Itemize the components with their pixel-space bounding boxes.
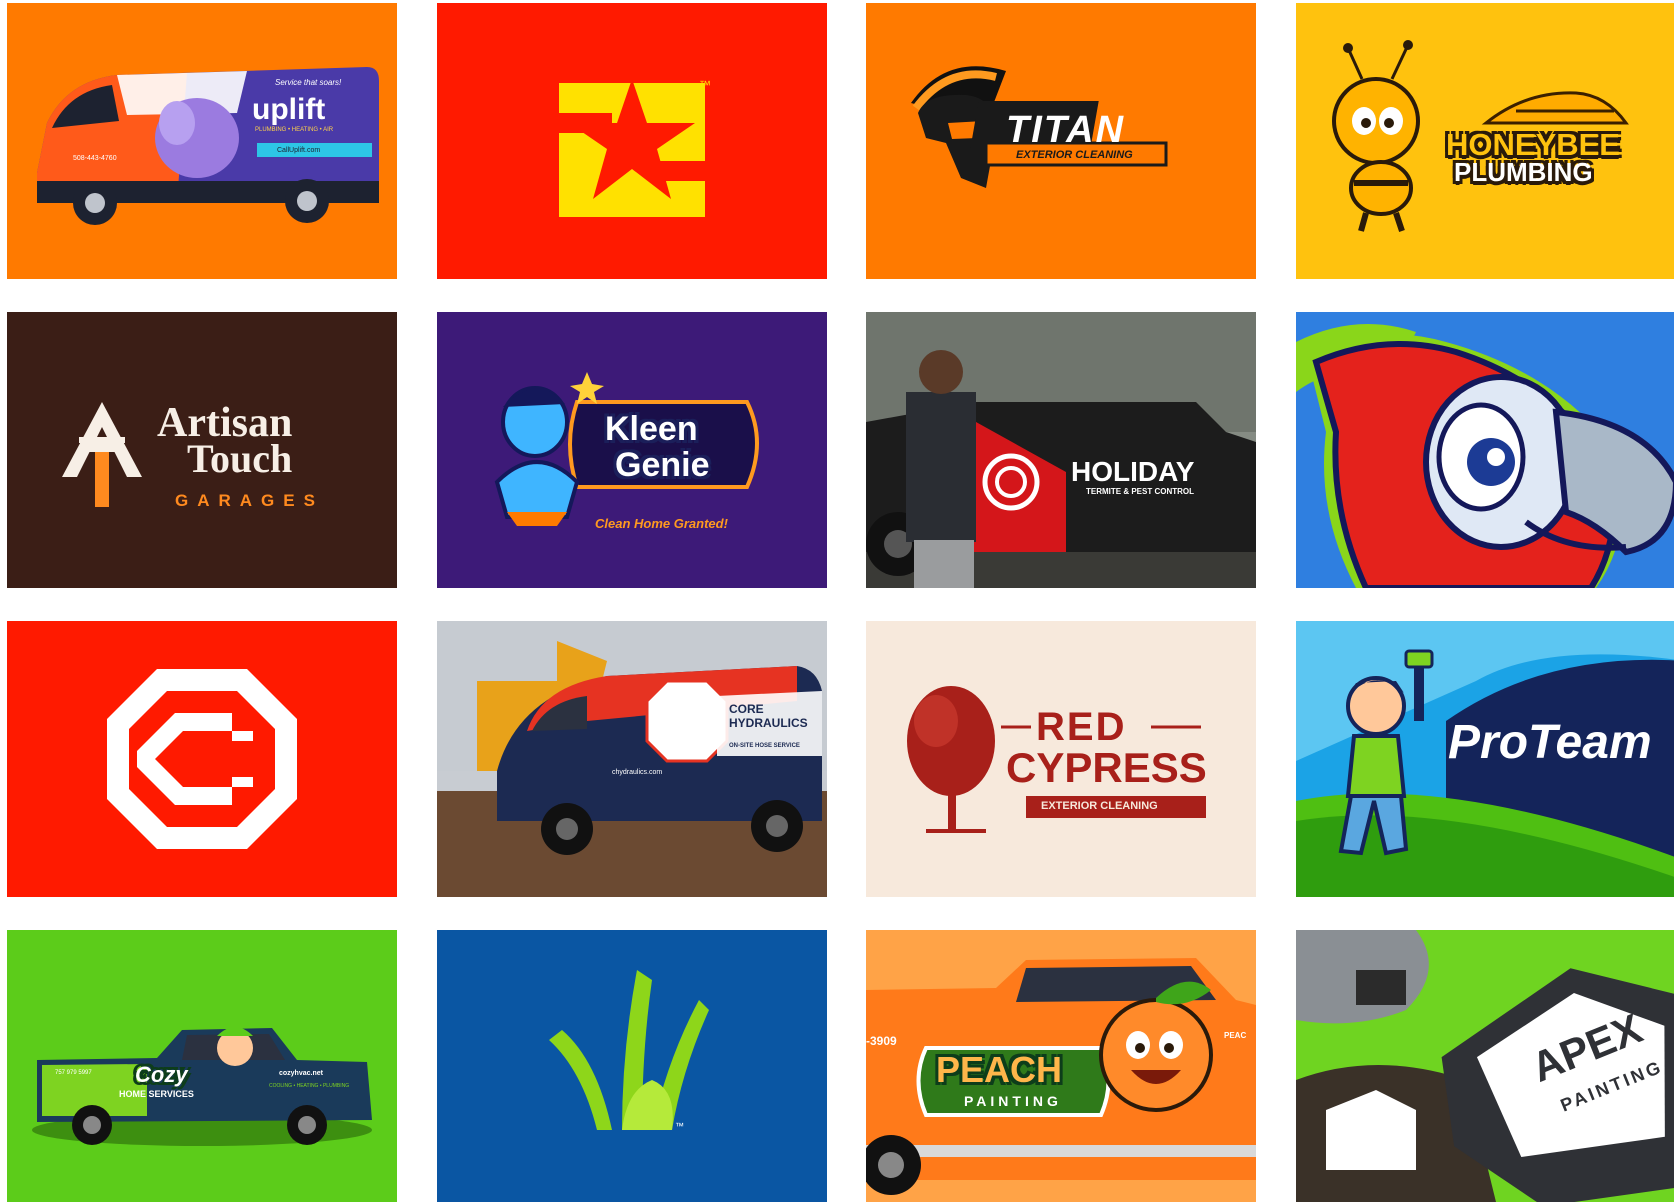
cozy-sub: HOME SERVICES	[119, 1089, 194, 1099]
tile-core-hydraulics[interactable]: CORE HYDRAULICS ON-SITE HOSE SERVICE chy…	[437, 621, 827, 897]
honeybee-line2: PLUMBING	[1454, 157, 1593, 187]
core-service: ON-SITE HOSE SERVICE	[729, 743, 800, 749]
peach-edge-text: PEAC	[1224, 1031, 1247, 1040]
red-cypress-line1: RED	[1036, 705, 1127, 749]
kleen-line2: Genie	[615, 446, 710, 484]
uplift-tagline: Service that soars!	[275, 78, 342, 87]
proteam-name: ProTeam	[1448, 716, 1652, 769]
tile-titan[interactable]: TITAN EXTERIOR CLEANING	[866, 3, 1256, 279]
n-logo-tm: ™	[675, 1121, 684, 1131]
red-cypress-sub: EXTERIOR CLEANING	[1041, 800, 1158, 812]
tile-cozy-truck[interactable]: Cozy HOME SERVICES 757 979 5997 cozyhvac…	[7, 930, 397, 1202]
titan-name: TITAN	[1006, 109, 1126, 151]
titan-sub: EXTERIOR CLEANING	[1016, 149, 1133, 161]
cozy-brand: Cozy	[135, 1062, 188, 1087]
uplift-brand: uplift	[252, 93, 326, 126]
red-cypress-line2: CYPRESS	[1006, 744, 1207, 791]
kleen-line1: Kleen	[605, 410, 698, 448]
artisan-line2: Touch	[187, 436, 293, 481]
core-line2: HYDRAULICS	[729, 716, 808, 730]
tile-peach-painting[interactable]: PEACH PAINTING -3909 PEAC	[866, 930, 1256, 1202]
tile-parrot-mascot[interactable]	[1296, 312, 1674, 588]
tile-apex-painting[interactable]: APEX PAINTING	[1296, 930, 1674, 1202]
tile-red-cypress[interactable]: RED CYPRESS EXTERIOR CLEANING	[866, 621, 1256, 897]
peach-line2: PAINTING	[964, 1093, 1062, 1109]
c-hexagon-logo-icon	[107, 669, 297, 849]
holiday-truck-photo	[866, 312, 1256, 588]
honeybee-line1: HONEYBEE	[1446, 127, 1620, 162]
s-star-logo-icon	[559, 79, 705, 217]
cozy-phone: 757 979 5997	[55, 1070, 92, 1076]
cozy-truck-illustration	[7, 930, 397, 1202]
peach-phone: -3909	[866, 1034, 897, 1048]
core-web: chydraulics.com	[612, 769, 663, 776]
grass-n-logo-icon	[549, 970, 709, 1130]
cozy-web: cozyhvac.net	[279, 1070, 323, 1077]
holiday-name: HOLIDAY	[1071, 456, 1195, 487]
tile-artisan-touch[interactable]: Artisan Touch GARAGES	[7, 312, 397, 588]
tile-uplift-van[interactable]: Service that soars! uplift PLUMBING • HE…	[7, 3, 397, 279]
tile-proteam[interactable]: ProTeam	[1296, 621, 1674, 897]
core-hydraulics-van-photo	[437, 621, 827, 897]
core-line1: CORE	[729, 702, 764, 716]
apex-apparel-photo	[1296, 930, 1674, 1202]
tile-kleen-genie[interactable]: Kleen Genie Clean Home Granted!	[437, 312, 827, 588]
tile-n-logo[interactable]: ™	[437, 930, 827, 1202]
tile-honeybee[interactable]: HONEYBEE PLUMBING	[1296, 3, 1674, 279]
tile-s-logo[interactable]: ™	[437, 3, 827, 279]
cozy-services: COOLING • HEATING • PLUMBING	[269, 1083, 350, 1089]
tile-holiday-truck[interactable]: HOLIDAY TERMITE & PEST CONTROL	[866, 312, 1256, 588]
uplift-services: PLUMBING • HEATING • AIR	[255, 127, 334, 133]
parrot-mascot-icon	[1296, 324, 1674, 588]
peach-line1: PEACH	[936, 1049, 1063, 1090]
s-logo-tm: ™	[699, 78, 711, 92]
artisan-line3: GARAGES	[175, 491, 324, 510]
portfolio-grid: Service that soars! uplift PLUMBING • HE…	[0, 0, 1674, 1202]
tile-c-logo[interactable]	[7, 621, 397, 897]
holiday-sub: TERMITE & PEST CONTROL	[1086, 487, 1194, 496]
uplift-van-illustration	[37, 67, 379, 225]
uplift-phone: 508-443-4760	[73, 155, 117, 162]
kleen-tagline: Clean Home Granted!	[595, 516, 728, 531]
uplift-web: CallUplift.com	[277, 147, 321, 154]
